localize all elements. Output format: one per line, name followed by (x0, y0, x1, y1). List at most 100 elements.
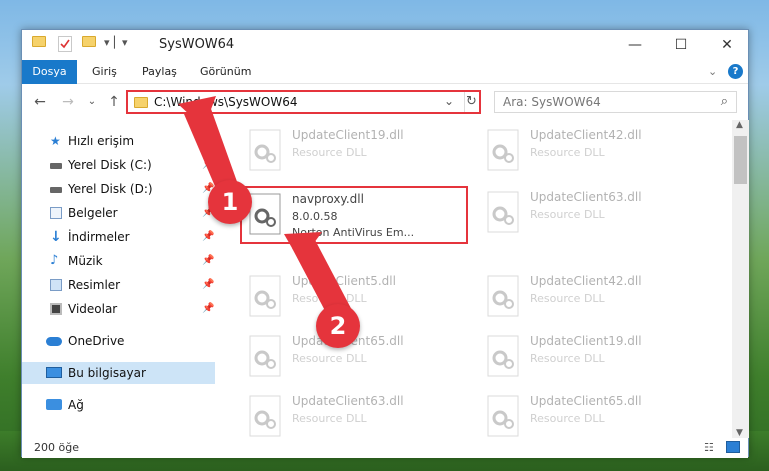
file-name: UpdateClient42.dll (530, 274, 642, 288)
address-path: C:\Windows\SysWOW64 (154, 95, 298, 109)
list-item[interactable]: UpdateClient63.dll Resource DLL (480, 186, 710, 238)
step-1-badge: 1 (208, 180, 252, 224)
search-placeholder: Ara: SysWOW64 (503, 95, 601, 109)
forward-arrow-icon[interactable]: → (60, 94, 76, 110)
drive-icon (50, 187, 62, 193)
sidebar-item-documents[interactable]: Belgeler 📌 (22, 202, 215, 224)
dll-file-icon (484, 394, 524, 438)
sidebar-item-downloads[interactable]: ↓ İndirmeler 📌 (22, 226, 215, 248)
list-item-navproxy[interactable]: navproxy.dll 8.0.0.58 Norton AntiVirus E… (240, 186, 468, 244)
cloud-icon (46, 337, 62, 346)
item-count: 200 öğe (34, 441, 79, 454)
large-icons-view-icon[interactable] (726, 441, 740, 453)
computer-icon (46, 367, 62, 378)
dll-file-icon (246, 394, 286, 438)
list-item[interactable]: UpdateClient42.dll Resource DLL (480, 270, 710, 322)
customize-quick-access-icon[interactable]: ▾ ⎜ ▾ (104, 36, 128, 54)
star-icon: ★ (50, 134, 61, 148)
file-name: navproxy.dll (292, 192, 364, 206)
recent-locations-chevron-icon[interactable]: ⌄ (84, 94, 100, 110)
scroll-up-icon[interactable]: ▲ (736, 120, 743, 130)
file-name: UpdateClient63.dll (530, 190, 642, 204)
sidebar-item-label: Bu bilgisayar (68, 366, 146, 380)
file-type: Resource DLL (530, 208, 605, 221)
folder-icon (134, 97, 148, 108)
explorer-window: ▾ ⎜ ▾ SysWOW64 — ☐ ✕ Dosya Giriş Paylaş … (21, 29, 749, 458)
file-type: Resource DLL (292, 292, 367, 305)
sidebar-item-pictures[interactable]: Resimler 📌 (22, 274, 215, 296)
expand-ribbon-icon[interactable]: ⌄ (708, 65, 717, 78)
sidebar-item-network[interactable]: Ağ (22, 394, 215, 416)
sidebar-item-label: Belgeler (68, 206, 118, 220)
dll-file-icon (246, 334, 286, 378)
video-icon (50, 303, 62, 315)
close-button[interactable]: ✕ (704, 30, 750, 60)
address-row: ← → ⌄ ↑ C:\Windows\SysWOW64 ⌄ ↻ Ara: Sys… (22, 84, 748, 120)
list-item[interactable]: UpdateClient65.dll Resource DLL (242, 330, 472, 382)
tab-share[interactable]: Paylaş (134, 60, 185, 84)
pin-icon[interactable]: 📌 (202, 298, 214, 320)
search-input[interactable]: Ara: SysWOW64 ⌕ (494, 91, 737, 113)
pin-icon[interactable]: 📌 (202, 274, 214, 296)
list-item[interactable]: UpdateClient42.dll Resource DLL (480, 124, 710, 176)
file-type: Resource DLL (530, 146, 605, 159)
list-item[interactable]: UpdateClient65.dll Resource DLL (480, 390, 710, 438)
sidebar-item-local-disk-d[interactable]: Yerel Disk (D:) 📌 (22, 178, 215, 200)
file-name: UpdateClient42.dll (530, 128, 642, 142)
dll-file-icon (484, 128, 524, 172)
sidebar-item-label: İndirmeler (68, 230, 130, 244)
back-arrow-icon[interactable]: ← (32, 94, 48, 110)
pin-icon[interactable]: 📌 (202, 226, 214, 248)
tab-home[interactable]: Giriş (84, 60, 125, 84)
sidebar-item-quick-access[interactable]: ★ Hızlı erişim (22, 130, 215, 152)
scrollbar-thumb[interactable] (734, 136, 747, 184)
sidebar-item-label: Hızlı erişim (68, 134, 135, 148)
sidebar-item-label: Videolar (68, 302, 118, 316)
sidebar-item-label: Ağ (68, 398, 84, 412)
step-2-badge: 2 (316, 304, 360, 348)
address-bar[interactable]: C:\Windows\SysWOW64 ⌄ ↻ (126, 90, 481, 114)
scroll-down-icon[interactable]: ▼ (736, 428, 743, 438)
tab-view[interactable]: Görünüm (192, 60, 259, 84)
help-icon[interactable]: ? (728, 64, 743, 79)
sidebar-item-label: OneDrive (68, 334, 125, 348)
sidebar-item-label: Yerel Disk (D:) (68, 182, 153, 196)
refresh-icon[interactable]: ↻ (466, 94, 477, 109)
up-arrow-icon[interactable]: ↑ (106, 94, 122, 110)
list-item[interactable]: UpdateClient63.dll Resource DLL (242, 390, 472, 438)
file-type: Resource DLL (530, 292, 605, 305)
sidebar-item-local-disk-c[interactable]: Yerel Disk (C:) 📌 (22, 154, 215, 176)
dll-file-icon (246, 128, 286, 172)
file-type: Resource DLL (292, 146, 367, 159)
title-bar: ▾ ⎜ ▾ SysWOW64 — ☐ ✕ (22, 30, 748, 60)
sidebar-item-videos[interactable]: Videolar 📌 (22, 298, 215, 320)
new-folder-icon[interactable] (82, 36, 96, 47)
drive-icon (50, 163, 62, 169)
file-type: Resource DLL (292, 352, 367, 365)
window-title: SysWOW64 (159, 37, 235, 52)
properties-icon[interactable] (58, 36, 72, 52)
file-name: UpdateClient63.dll (292, 394, 404, 408)
document-icon (50, 207, 62, 219)
list-item[interactable]: UpdateClient19.dll Resource DLL (480, 330, 710, 382)
details-view-icon[interactable]: ☷ (704, 441, 714, 454)
address-dropdown-chevron-icon[interactable]: ⌄ (444, 94, 454, 108)
sidebar-item-music[interactable]: ♪ Müzik 📌 (22, 250, 215, 272)
tab-file[interactable]: Dosya (22, 60, 77, 84)
file-name: UpdateClient19.dll (530, 334, 642, 348)
dll-file-icon (484, 274, 524, 318)
sidebar-item-label: Müzik (68, 254, 103, 268)
maximize-button[interactable]: ☐ (658, 30, 704, 60)
pin-icon[interactable]: 📌 (202, 154, 214, 176)
search-icon[interactable]: ⌕ (721, 94, 728, 109)
pin-icon[interactable]: 📌 (202, 250, 214, 272)
minimize-button[interactable]: — (612, 30, 658, 60)
sidebar-item-onedrive[interactable]: OneDrive (22, 330, 215, 352)
file-name: UpdateClient65.dll (530, 394, 642, 408)
list-item[interactable]: UpdateClient19.dll Resource DLL (242, 124, 472, 176)
status-bar: 200 öğe ☷ (22, 438, 748, 458)
picture-icon (50, 279, 62, 291)
navigation-pane: ★ Hızlı erişim Yerel Disk (C:) 📌 Yerel D… (22, 120, 215, 438)
vertical-scrollbar[interactable]: ▲ ▼ (732, 120, 749, 438)
sidebar-item-this-pc[interactable]: Bu bilgisayar (22, 362, 215, 384)
